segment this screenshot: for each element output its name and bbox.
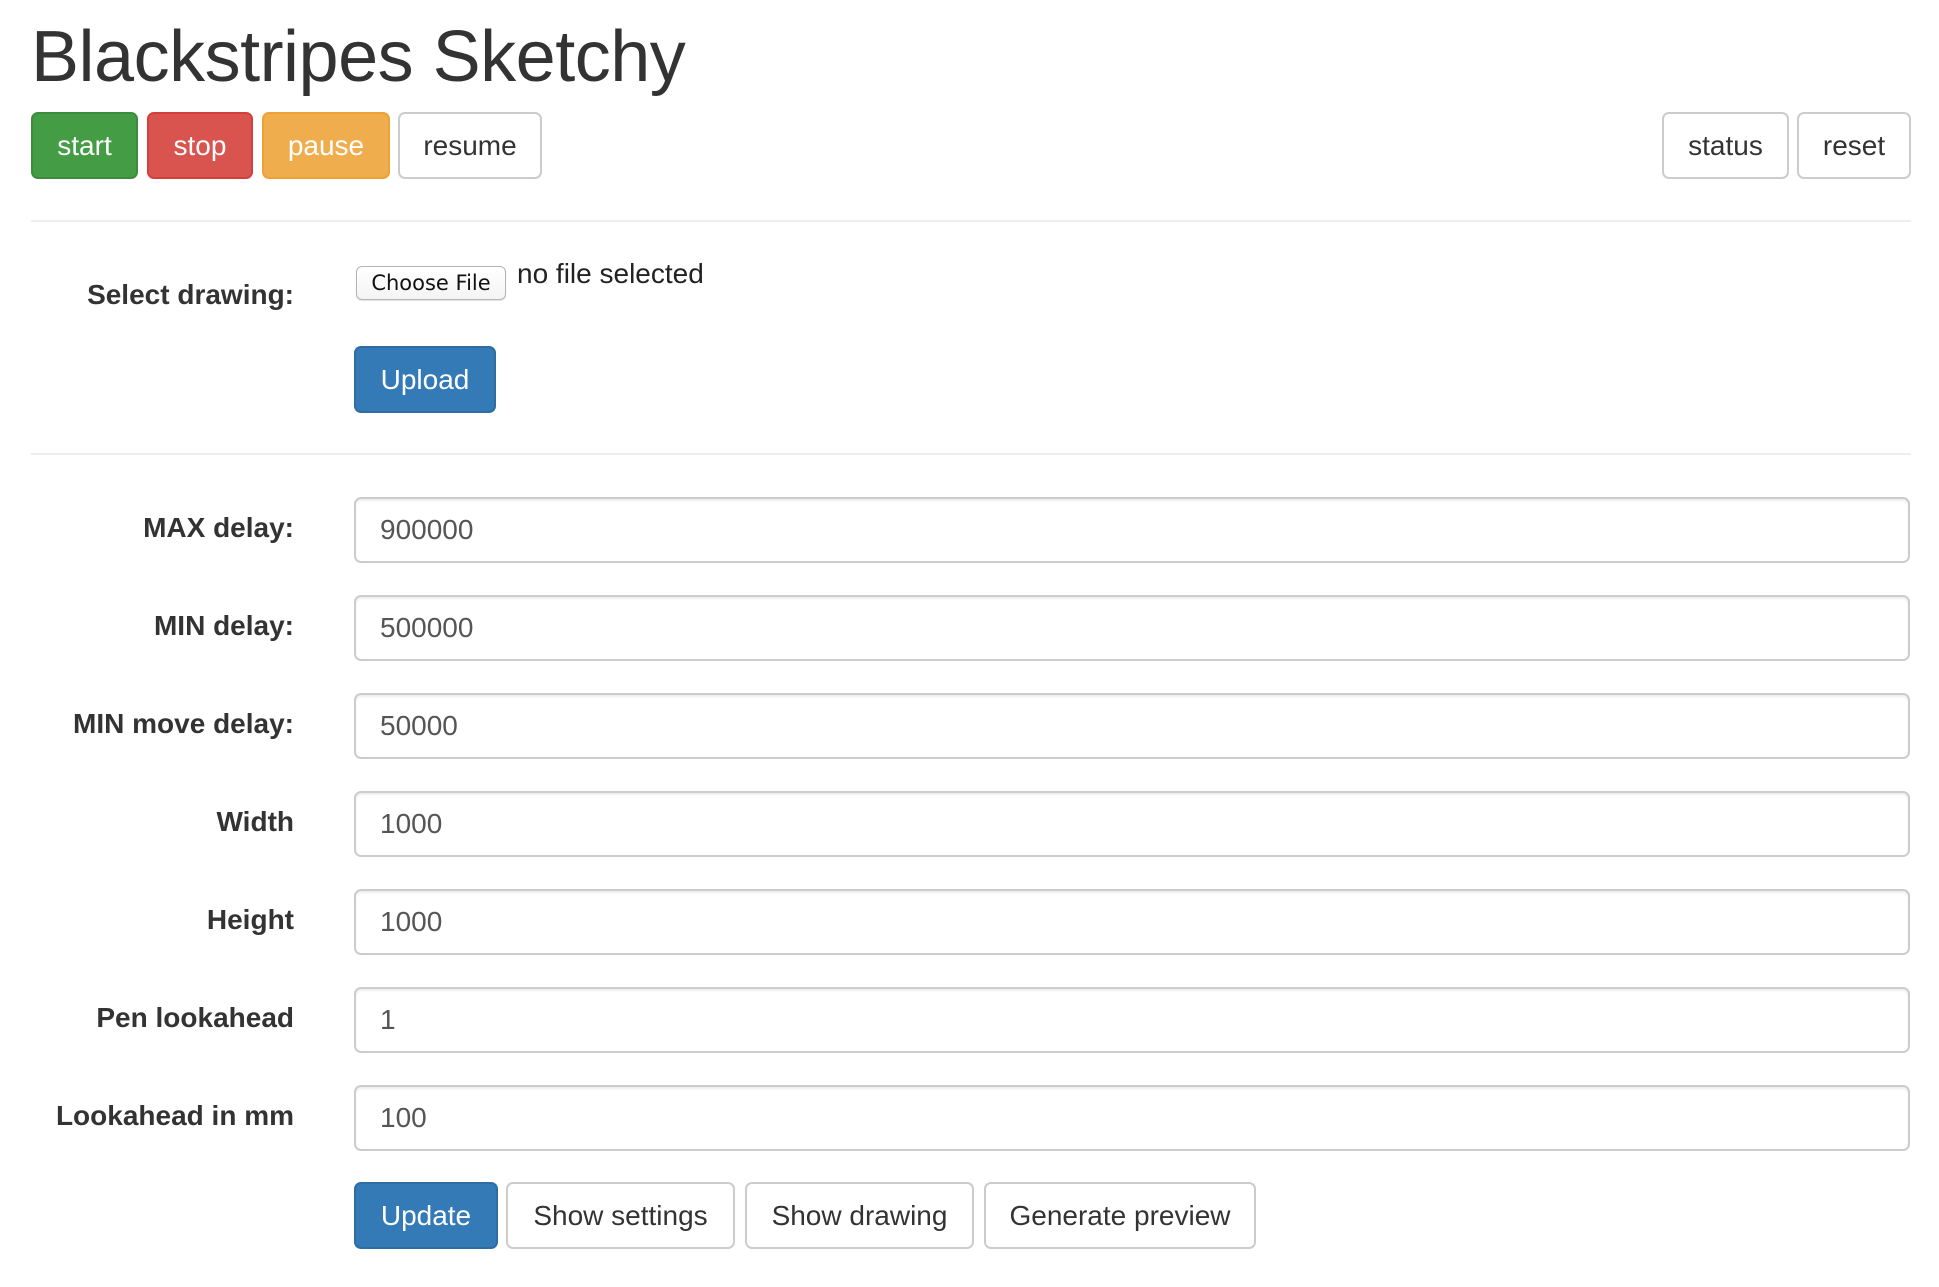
height-input[interactable] [354, 889, 1910, 955]
lookahead-mm-label: Lookahead in mm [55, 1100, 294, 1131]
page-title: Blackstripes Sketchy [31, 17, 686, 97]
min-move-delay-input[interactable] [354, 693, 1910, 759]
pen-lookahead-label: Pen lookahead [96, 1002, 294, 1033]
start-button[interactable]: start [31, 112, 138, 179]
choose-file-button[interactable]: Choose File [356, 266, 506, 300]
min-move-delay-label: MIN move delay: [73, 708, 294, 739]
divider [31, 453, 1911, 455]
pen-lookahead-input[interactable] [354, 987, 1910, 1053]
stop-button[interactable]: stop [147, 112, 253, 179]
min-delay-input[interactable] [354, 595, 1910, 661]
update-button[interactable]: Update [354, 1182, 498, 1249]
lookahead-mm-input[interactable] [354, 1085, 1910, 1151]
select-drawing-label: Select drawing: [87, 279, 294, 310]
width-label: Width [216, 806, 295, 837]
min-delay-label: MIN delay: [153, 610, 294, 641]
resume-button[interactable]: resume [398, 112, 542, 179]
pause-button[interactable]: pause [262, 112, 390, 179]
max-delay-label: MAX delay: [143, 512, 294, 543]
upload-button[interactable]: Upload [354, 346, 496, 413]
divider [31, 220, 1911, 222]
max-delay-input[interactable] [354, 497, 1910, 563]
show-settings-button[interactable]: Show settings [506, 1182, 735, 1249]
width-input[interactable] [354, 791, 1910, 857]
height-label: Height [206, 904, 294, 935]
generate-preview-button[interactable]: Generate preview [984, 1182, 1256, 1249]
status-button[interactable]: status [1662, 112, 1789, 179]
file-status-text: no file selected [517, 258, 704, 289]
show-drawing-button[interactable]: Show drawing [745, 1182, 974, 1249]
reset-button[interactable]: reset [1797, 112, 1911, 179]
